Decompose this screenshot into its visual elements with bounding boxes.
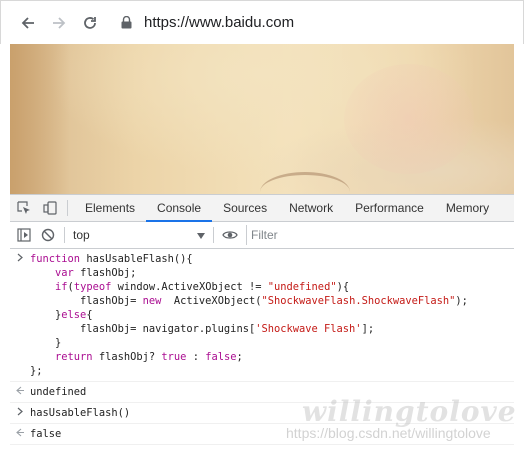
code-func-name: hasUsableFlash(){ bbox=[86, 253, 193, 265]
tab-performance[interactable]: Performance bbox=[344, 195, 435, 221]
toolbar-separator bbox=[64, 227, 65, 243]
back-arrow-icon[interactable] bbox=[17, 12, 39, 34]
filter-placeholder: Filter bbox=[251, 228, 278, 242]
browser-toolbar: https://www.baidu.com bbox=[0, 0, 524, 44]
forward-arrow-icon[interactable] bbox=[48, 12, 70, 34]
console-toolbar: top Filter bbox=[10, 222, 514, 249]
tab-elements[interactable]: Elements bbox=[74, 195, 146, 221]
page-image-cheek bbox=[344, 64, 474, 174]
tab-elements-label: Elements bbox=[85, 201, 136, 215]
code-line: function hasUsableFlash(){ bbox=[30, 253, 193, 265]
result-arrow-icon bbox=[10, 385, 30, 399]
code-line: }; bbox=[30, 365, 43, 377]
page-image-brow bbox=[260, 172, 350, 194]
toolbar-separator bbox=[213, 227, 214, 243]
filter-input[interactable]: Filter bbox=[246, 225, 510, 245]
code-line: return flashObj? true : false; bbox=[55, 351, 243, 363]
tab-network[interactable]: Network bbox=[278, 195, 344, 221]
code-line: var flashObj; bbox=[55, 267, 137, 279]
dropdown-triangle-icon bbox=[197, 228, 205, 242]
input-chevron-icon bbox=[10, 252, 30, 378]
tab-separator bbox=[67, 200, 68, 216]
console-result-entry: false bbox=[10, 424, 514, 445]
address-bar[interactable]: https://www.baidu.com bbox=[121, 14, 294, 31]
inspect-element-icon[interactable] bbox=[11, 195, 37, 221]
page-viewport bbox=[10, 44, 514, 194]
context-selector[interactable]: top bbox=[69, 228, 209, 242]
tab-sources[interactable]: Sources bbox=[212, 195, 278, 221]
console-result-entry: undefined bbox=[10, 382, 514, 403]
tab-console-label: Console bbox=[157, 201, 202, 215]
function-code: function hasUsableFlash(){ var flashObj;… bbox=[30, 252, 468, 378]
reload-icon[interactable] bbox=[79, 12, 101, 34]
sidebar-toggle-icon[interactable] bbox=[12, 222, 36, 248]
device-toolbar-icon[interactable] bbox=[37, 195, 63, 221]
code-line: flashObj= new ActiveXObject("ShockwaveFl… bbox=[30, 295, 468, 307]
page-image-hair bbox=[10, 44, 70, 194]
command-text: hasUsableFlash() bbox=[30, 407, 131, 419]
lock-icon[interactable] bbox=[121, 16, 132, 29]
url-text[interactable]: https://www.baidu.com bbox=[144, 14, 294, 31]
tab-memory-label: Memory bbox=[445, 201, 490, 215]
result-false: false bbox=[30, 428, 62, 440]
clear-console-icon[interactable] bbox=[36, 222, 60, 248]
tab-network-label: Network bbox=[289, 201, 334, 215]
devtools-panel: Elements Console Sources Network Perform… bbox=[10, 194, 516, 446]
result-arrow-icon bbox=[10, 427, 30, 441]
tab-sources-label: Sources bbox=[223, 201, 268, 215]
code-line: flashObj= navigator.plugins['Shockwave F… bbox=[30, 323, 375, 335]
console-output: function hasUsableFlash(){ var flashObj;… bbox=[10, 249, 514, 445]
eye-icon[interactable] bbox=[218, 222, 242, 248]
code-line: }else{ bbox=[30, 309, 93, 321]
console-input-entry: hasUsableFlash() bbox=[10, 403, 514, 424]
result-undefined: undefined bbox=[30, 386, 87, 398]
tab-console[interactable]: Console bbox=[146, 195, 213, 222]
input-chevron-icon bbox=[10, 406, 30, 420]
console-input-entry: function hasUsableFlash(){ var flashObj;… bbox=[10, 249, 514, 382]
code-line: } bbox=[30, 337, 62, 349]
context-value: top bbox=[73, 228, 90, 242]
tab-memory[interactable]: Memory bbox=[435, 195, 500, 221]
code-line: if(typeof window.ActiveXObject != "undef… bbox=[55, 281, 350, 293]
tab-performance-label: Performance bbox=[355, 201, 424, 215]
devtools-tabbar: Elements Console Sources Network Perform… bbox=[10, 195, 514, 222]
